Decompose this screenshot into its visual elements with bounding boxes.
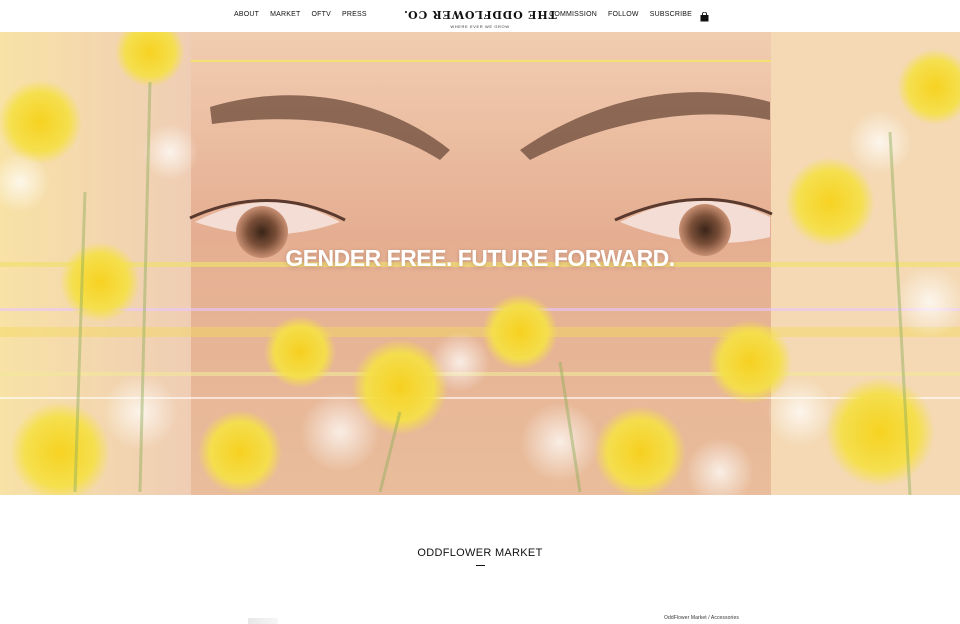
section-divider <box>476 565 485 566</box>
site-header: ABOUT MARKET OFTV PRESS THE ODDFLOWER CO… <box>0 0 960 32</box>
market-section-title: ODDFLOWER MARKET <box>417 547 543 559</box>
product-thumbnail[interactable] <box>248 618 278 624</box>
site-logo[interactable]: THE ODDFLOWER CO. WHERE EVER WE GROW <box>403 5 556 29</box>
nav-oftv[interactable]: OFTV <box>312 11 331 18</box>
hero-banner[interactable]: GENDER FREE. FUTURE FORWARD. <box>0 32 960 495</box>
shopping-bag-icon[interactable] <box>700 9 709 22</box>
nav-commission[interactable]: COMMISSION <box>549 11 597 18</box>
nav-press[interactable]: PRESS <box>342 11 367 18</box>
hero-headline: GENDER FREE. FUTURE FORWARD. <box>285 245 675 271</box>
logo-tagline: WHERE EVER WE GROW <box>450 24 510 29</box>
nav-market[interactable]: MARKET <box>270 11 300 18</box>
nav-about[interactable]: ABOUT <box>234 11 259 18</box>
nav-follow[interactable]: FOLLOW <box>608 11 639 18</box>
breadcrumb[interactable]: OddFlower Market / Accessories <box>664 615 739 621</box>
logo-wordmark: THE ODDFLOWER CO. <box>403 8 557 21</box>
nav-subscribe[interactable]: SUBSCRIBE <box>650 11 692 18</box>
primary-nav-right: COMMISSION FOLLOW SUBSCRIBE <box>549 11 692 18</box>
primary-nav-left: ABOUT MARKET OFTV PRESS <box>234 11 367 18</box>
